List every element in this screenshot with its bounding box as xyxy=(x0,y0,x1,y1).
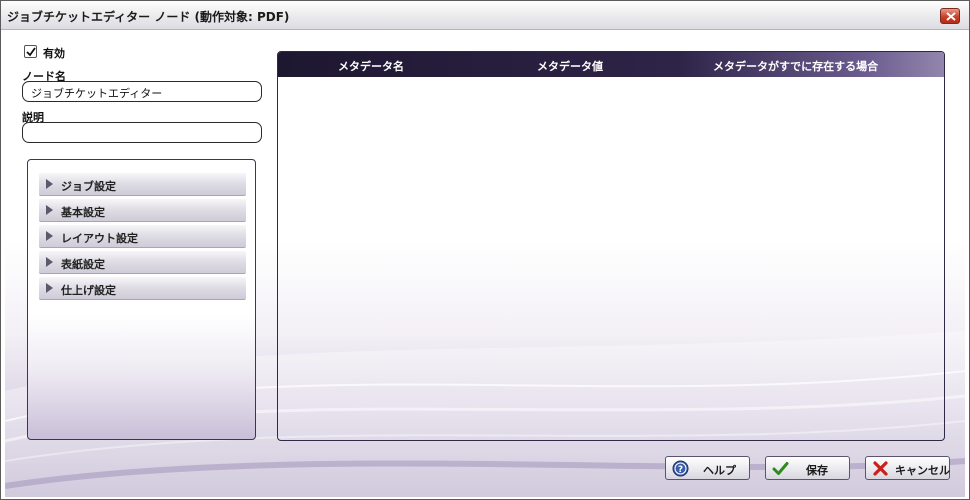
checkmark-icon xyxy=(26,47,36,57)
column-header-metadata-name[interactable]: メタデータ名 xyxy=(338,58,404,74)
settings-item-label: レイアウト設定 xyxy=(61,232,138,245)
settings-item-job[interactable]: ジョブ設定 xyxy=(39,173,246,196)
settings-item-label: 仕上げ設定 xyxy=(61,284,116,297)
expand-arrow-icon xyxy=(46,283,53,293)
metadata-table-body[interactable] xyxy=(278,77,944,440)
column-header-if-exists[interactable]: メタデータがすでに存在する場合 xyxy=(713,58,878,74)
dialog-window: ジョブチケットエディター ノード (動作対象: PDF) 有効 ノード名 ジョブ… xyxy=(0,0,970,500)
settings-item-label: 表紙設定 xyxy=(61,258,105,271)
cancel-icon xyxy=(873,461,888,476)
expand-arrow-icon xyxy=(46,231,53,241)
node-name-field[interactable]: ジョブチケットエディター xyxy=(22,81,262,102)
checkmark-icon xyxy=(772,462,789,475)
settings-item-finishing[interactable]: 仕上げ設定 xyxy=(39,277,246,300)
metadata-table-header: メタデータ名 メタデータ値 メタデータがすでに存在する場合 xyxy=(278,52,944,77)
title-bar[interactable]: ジョブチケットエディター ノード (動作対象: PDF) xyxy=(1,1,969,30)
settings-item-label: 基本設定 xyxy=(61,206,105,219)
cancel-button-label: キャンセル xyxy=(895,464,950,477)
help-button[interactable]: ? ヘルプ xyxy=(665,456,750,480)
expand-arrow-icon xyxy=(46,257,53,267)
settings-item-label: ジョブ設定 xyxy=(61,180,116,193)
close-icon xyxy=(946,12,956,21)
help-icon: ? xyxy=(672,460,689,477)
settings-panel: ジョブ設定 基本設定 レイアウト設定 表紙設定 仕上げ設定 xyxy=(27,159,256,440)
expand-arrow-icon xyxy=(46,205,53,215)
cancel-button[interactable]: キャンセル xyxy=(865,456,950,480)
metadata-table: メタデータ名 メタデータ値 メタデータがすでに存在する場合 xyxy=(277,51,945,441)
close-button[interactable] xyxy=(940,8,960,24)
save-button-label: 保存 xyxy=(806,464,828,477)
settings-item-cover[interactable]: 表紙設定 xyxy=(39,251,246,274)
expand-arrow-icon xyxy=(46,179,53,189)
svg-text:?: ? xyxy=(678,465,683,475)
enabled-label: 有効 xyxy=(43,47,65,60)
enabled-checkbox[interactable] xyxy=(24,45,37,58)
window-title: ジョブチケットエディター ノード (動作対象: PDF) xyxy=(7,10,290,24)
settings-item-layout[interactable]: レイアウト設定 xyxy=(39,225,246,248)
dialog-body: 有効 ノード名 ジョブチケットエディター 説明 ジョブ設定 基本設定 レイアウト… xyxy=(5,31,965,497)
settings-item-basic[interactable]: 基本設定 xyxy=(39,199,246,222)
save-button[interactable]: 保存 xyxy=(765,456,850,480)
column-header-metadata-value[interactable]: メタデータ値 xyxy=(537,58,603,74)
description-field[interactable] xyxy=(22,122,262,143)
help-button-label: ヘルプ xyxy=(703,464,736,477)
